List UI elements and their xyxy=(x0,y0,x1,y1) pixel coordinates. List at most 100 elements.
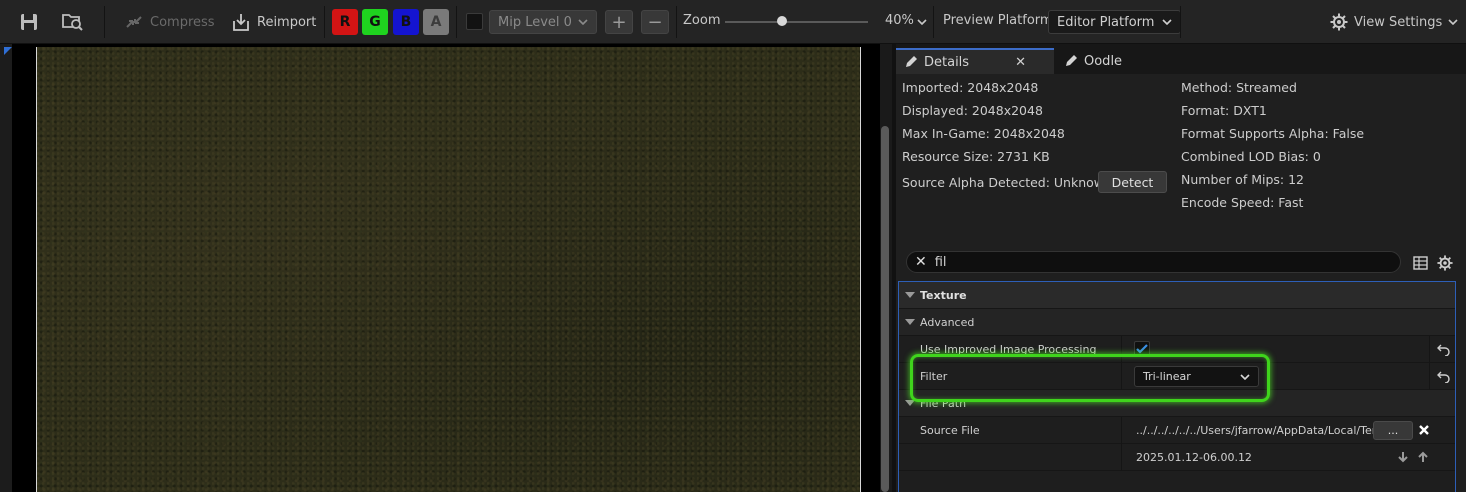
move-up-arrow-icon[interactable] xyxy=(1415,449,1431,465)
reset-to-default-icon[interactable] xyxy=(1437,369,1451,383)
source-file-label: Source File xyxy=(920,424,980,437)
tab-details[interactable]: Details ✕ xyxy=(896,48,1054,74)
column-splitter[interactable] xyxy=(1121,336,1122,363)
property-search-input[interactable]: ✕ fil xyxy=(906,251,1401,273)
filter-combo[interactable]: Tri-linear xyxy=(1134,366,1259,387)
viewport-gutter xyxy=(0,44,12,492)
gear-icon[interactable] xyxy=(1436,254,1454,272)
compress-icon xyxy=(126,16,142,28)
column-splitter xyxy=(1429,363,1430,390)
info-encode-speed: Encode Speed: Fast xyxy=(1181,195,1304,210)
preview-platform-dropdown[interactable]: Editor Platform xyxy=(1048,10,1182,34)
subcategory-advanced[interactable]: Advanced xyxy=(899,309,1455,336)
chevron-down-icon xyxy=(1448,19,1458,25)
filter-label: Filter xyxy=(920,370,948,383)
reimport-icon xyxy=(233,14,249,31)
channel-b-label: B xyxy=(400,14,412,30)
reset-to-default-icon[interactable] xyxy=(1437,342,1451,356)
clear-search-icon[interactable]: ✕ xyxy=(915,254,927,270)
zoom-slider-thumb[interactable] xyxy=(777,16,788,26)
tab-details-label: Details xyxy=(924,54,970,70)
expand-caret-icon[interactable] xyxy=(905,292,915,298)
tab-oodle[interactable]: Oodle xyxy=(1056,48,1130,74)
channel-g-button[interactable]: G xyxy=(362,9,388,35)
clear-source-file-icon[interactable] xyxy=(1416,422,1432,438)
preview-platform-label: Preview Platform: xyxy=(943,13,1057,28)
channel-r-label: R xyxy=(339,14,351,30)
source-file-timestamp: 2025.01.12-06.00.12 xyxy=(1136,451,1252,464)
info-displayed: Displayed: 2048x2048 xyxy=(902,103,1043,118)
toolbar-separator xyxy=(676,6,677,38)
texture-preview-image xyxy=(36,47,861,492)
zoom-label: Zoom xyxy=(683,13,721,28)
toolbar-separator xyxy=(456,6,457,38)
info-max-in-game: Max In-Game: 2048x2048 xyxy=(902,126,1065,141)
view-settings-button[interactable]: View Settings xyxy=(1330,11,1458,33)
channel-a-label: A xyxy=(430,14,442,30)
zoom-dropdown-chevron-icon[interactable] xyxy=(910,10,934,34)
expand-caret-icon[interactable] xyxy=(905,400,915,406)
save-icon[interactable] xyxy=(17,10,41,34)
info-resource-size: Resource Size: 2731 KB xyxy=(902,149,1050,164)
mip-decrease-button[interactable]: − xyxy=(641,10,669,34)
expand-caret-icon[interactable] xyxy=(905,319,915,325)
property-row-improved-processing: Use Improved Image Processing xyxy=(899,336,1455,363)
info-num-mips: Number of Mips: 12 xyxy=(1181,172,1305,187)
channel-g-label: G xyxy=(369,14,381,30)
toolbar-separator xyxy=(933,6,934,38)
column-splitter[interactable] xyxy=(1121,417,1122,444)
improved-processing-checkbox[interactable] xyxy=(1134,341,1150,357)
mip-increase-button[interactable]: + xyxy=(605,10,633,34)
mip-level-value: Mip Level 0 xyxy=(498,14,572,30)
property-tree: Texture Advanced Use Improved Image Proc… xyxy=(898,281,1456,492)
chevron-down-icon xyxy=(578,19,588,25)
table-view-icon[interactable] xyxy=(1411,254,1429,272)
panel-tab-bar: Details ✕ Oodle xyxy=(896,44,1466,74)
close-icon[interactable]: ✕ xyxy=(1015,55,1026,70)
info-format-alpha: Format Supports Alpha: False xyxy=(1181,126,1365,141)
mip-enable-checkbox[interactable] xyxy=(466,13,483,30)
category-texture-label: Texture xyxy=(920,289,967,302)
channel-r-button[interactable]: R xyxy=(332,9,358,35)
checkmark-icon xyxy=(1136,344,1148,354)
info-method: Method: Streamed xyxy=(1181,80,1297,95)
info-lod-bias: Combined LOD Bias: 0 xyxy=(1181,149,1321,164)
minus-icon: − xyxy=(647,11,663,33)
property-row-timestamp: 2025.01.12-06.00.12 xyxy=(899,444,1455,471)
zoom-slider[interactable] xyxy=(725,21,868,23)
info-format: Format: DXT1 xyxy=(1181,103,1267,118)
reimport-button[interactable]: Reimport xyxy=(231,11,316,33)
subcategory-file-path[interactable]: File Path xyxy=(899,390,1455,417)
preview-platform-value: Editor Platform xyxy=(1057,14,1155,30)
compress-label: Compress xyxy=(150,14,215,30)
detect-button[interactable]: Detect xyxy=(1098,171,1167,193)
channel-b-button[interactable]: B xyxy=(393,9,419,35)
gear-icon xyxy=(1330,13,1348,31)
toolbar: Compress Reimport R G B A Mip Level 0 + … xyxy=(0,0,1466,44)
column-splitter xyxy=(1429,336,1430,363)
property-row-filter: Filter Tri-linear xyxy=(899,363,1455,390)
mip-level-combo[interactable]: Mip Level 0 xyxy=(489,10,597,34)
toolbar-separator xyxy=(1180,6,1181,38)
toolbar-separator xyxy=(104,6,105,38)
reimport-label: Reimport xyxy=(257,14,317,30)
details-panel: Details ✕ Oodle Imported: 2048x2048 Disp… xyxy=(896,44,1466,492)
compress-button[interactable]: Compress xyxy=(124,11,215,33)
chevron-down-icon xyxy=(1162,19,1173,25)
improved-processing-label: Use Improved Image Processing xyxy=(920,343,1097,356)
column-splitter[interactable] xyxy=(1121,363,1122,390)
search-value: fil xyxy=(934,254,947,270)
channel-a-button[interactable]: A xyxy=(423,9,449,35)
source-file-path: ../../../../../../Users/jfarrow/AppData/… xyxy=(1136,424,1373,437)
texture-viewport[interactable] xyxy=(0,44,880,492)
toolbar-separator xyxy=(324,6,325,38)
move-down-arrow-icon[interactable] xyxy=(1395,449,1411,465)
viewport-scrollbar-thumb[interactable] xyxy=(881,126,889,492)
view-settings-label: View Settings xyxy=(1354,14,1443,30)
subcategory-advanced-label: Advanced xyxy=(920,316,975,329)
column-splitter[interactable] xyxy=(1121,444,1122,471)
info-source-alpha: Source Alpha Detected: Unknown xyxy=(902,175,1112,190)
category-texture[interactable]: Texture xyxy=(899,282,1455,309)
browse-asset-icon[interactable] xyxy=(60,10,84,34)
browse-source-file-button[interactable]: ... xyxy=(1373,421,1413,440)
